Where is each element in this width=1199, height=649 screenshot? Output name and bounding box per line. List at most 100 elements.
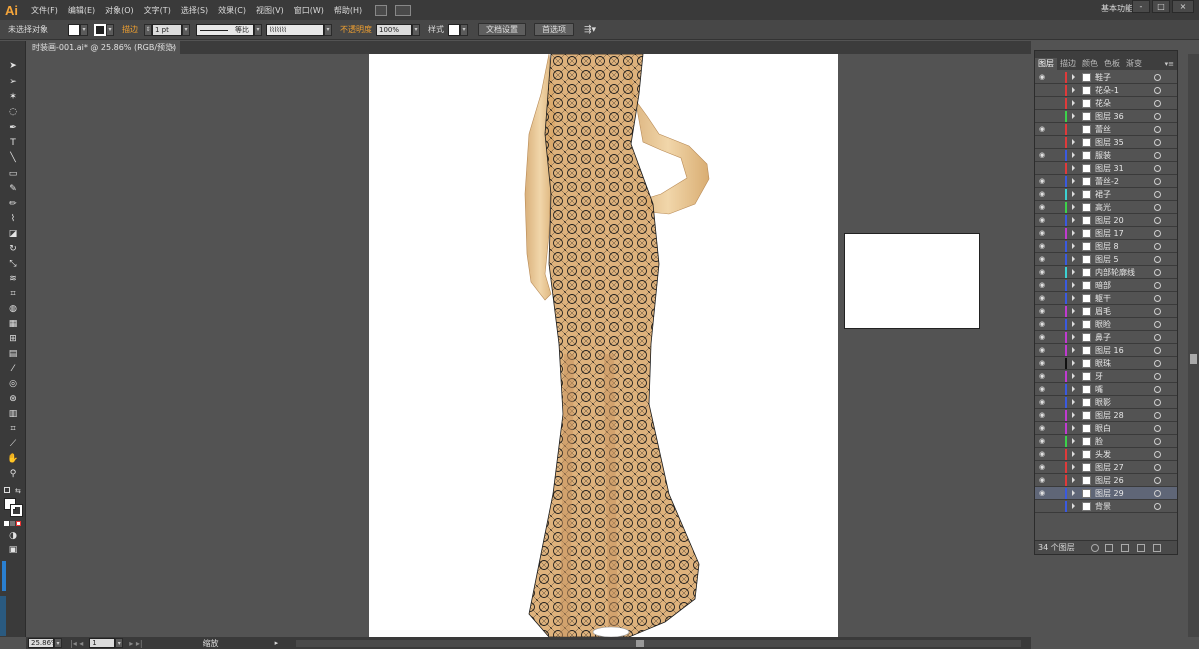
visibility-eye-icon[interactable]: ◉ (1039, 294, 1049, 302)
bridge-icon[interactable] (375, 4, 388, 16)
new-layer-icon[interactable] (1137, 544, 1145, 552)
expand-arrow-icon[interactable] (1072, 490, 1075, 496)
expand-arrow-icon[interactable] (1072, 256, 1075, 262)
layer-name[interactable]: 图层 8 (1095, 240, 1119, 253)
layer-row[interactable]: 背景 (1035, 500, 1177, 513)
layer-row[interactable]: ◉ 图层 26 (1035, 474, 1177, 487)
opacity-label[interactable]: 不透明度 (340, 24, 372, 35)
menu-effect[interactable]: 效果(C) (213, 5, 251, 16)
workspace-switcher[interactable]: 基本功能 (1101, 3, 1133, 14)
scale-tool-icon[interactable]: ⤡ (7, 259, 19, 270)
layer-name[interactable]: 蕾丝 (1095, 123, 1111, 136)
layer-name[interactable]: 图层 35 (1095, 136, 1124, 149)
fill-dropdown-icon[interactable]: ▾ (80, 23, 88, 36)
expand-arrow-icon[interactable] (1072, 217, 1075, 223)
layer-target-icon[interactable] (1154, 139, 1161, 146)
visibility-eye-icon[interactable]: ◉ (1039, 177, 1049, 185)
direct-selection-tool-icon[interactable]: ➢ (7, 77, 19, 88)
visibility-eye-icon[interactable]: ◉ (1039, 255, 1049, 263)
expand-arrow-icon[interactable] (1072, 152, 1075, 158)
layer-target-icon[interactable] (1154, 503, 1161, 510)
blend-tool-icon[interactable]: ◎ (7, 379, 19, 390)
visibility-eye-icon[interactable]: ◉ (1039, 398, 1049, 406)
layer-row[interactable]: ◉ 高光 (1035, 201, 1177, 214)
status-menu-icon[interactable]: ▸ (275, 639, 279, 647)
panel-menu-icon[interactable]: ▾≡ (1165, 58, 1174, 70)
pencil-tool-icon[interactable]: ✏ (7, 199, 19, 210)
layer-target-icon[interactable] (1154, 321, 1161, 328)
visibility-eye-icon[interactable]: ◉ (1039, 463, 1049, 471)
layer-target-icon[interactable] (1154, 490, 1161, 497)
layer-row[interactable]: ◉ 嘴 (1035, 383, 1177, 396)
expand-arrow-icon[interactable] (1072, 451, 1075, 457)
layer-target-icon[interactable] (1154, 464, 1161, 471)
stroke-weight-dropdown-icon[interactable]: ▾ (182, 23, 190, 36)
expand-arrow-icon[interactable] (1072, 373, 1075, 379)
visibility-eye-icon[interactable]: ◉ (1039, 372, 1049, 380)
expand-arrow-icon[interactable] (1072, 204, 1075, 210)
layer-name[interactable]: 图层 29 (1095, 487, 1124, 500)
layer-target-icon[interactable] (1154, 165, 1161, 172)
layer-row[interactable]: ◉ 图层 5 (1035, 253, 1177, 266)
visibility-eye-icon[interactable] (1039, 164, 1049, 172)
visibility-eye-icon[interactable]: ◉ (1039, 268, 1049, 276)
layer-name[interactable]: 牙 (1095, 370, 1103, 383)
layer-row[interactable]: ◉ 脸 (1035, 435, 1177, 448)
layer-name[interactable]: 蕾丝-2 (1095, 175, 1119, 188)
visibility-eye-icon[interactable]: ◉ (1039, 476, 1049, 484)
layer-name[interactable]: 裙子 (1095, 188, 1111, 201)
visibility-eye-icon[interactable]: ◉ (1039, 125, 1049, 133)
layer-row[interactable]: ◉ 眼影 (1035, 396, 1177, 409)
mesh-tool-icon[interactable]: ⊞ (7, 334, 19, 345)
stroke-weight-field[interactable]: 1 pt (152, 23, 182, 36)
visibility-eye-icon[interactable] (1039, 112, 1049, 120)
layer-name[interactable]: 眼珠 (1095, 357, 1111, 370)
layer-target-icon[interactable] (1154, 399, 1161, 406)
stroke-stepper-icon[interactable]: ⇕ (144, 23, 152, 36)
column-graph-tool-icon[interactable]: ▥ (7, 409, 19, 420)
layer-target-icon[interactable] (1154, 74, 1161, 81)
stroke-dropdown-icon[interactable]: ▾ (106, 23, 114, 36)
style-dropdown-icon[interactable]: ▾ (460, 23, 468, 36)
tab-swatches[interactable]: 色板 (1101, 58, 1123, 70)
visibility-eye-icon[interactable]: ◉ (1039, 346, 1049, 354)
expand-arrow-icon[interactable] (1072, 100, 1075, 106)
layer-name[interactable]: 躯干 (1095, 292, 1111, 305)
line-tool-icon[interactable]: ╲ (7, 153, 19, 164)
expand-arrow-icon[interactable] (1072, 464, 1075, 470)
layer-row[interactable]: 图层 35 (1035, 136, 1177, 149)
expand-arrow-icon[interactable] (1072, 347, 1075, 353)
layer-target-icon[interactable] (1154, 243, 1161, 250)
expand-arrow-icon[interactable] (1072, 165, 1075, 171)
artboard-main[interactable] (369, 54, 838, 637)
layer-target-icon[interactable] (1154, 334, 1161, 341)
document-setup-button[interactable]: 文档设置 (478, 23, 526, 36)
close-tab-icon[interactable]: × (169, 41, 176, 54)
layer-name[interactable]: 嘴 (1095, 383, 1103, 396)
layer-name[interactable]: 服装 (1095, 149, 1111, 162)
layer-name[interactable]: 背景 (1095, 500, 1111, 513)
canvas-area[interactable] (26, 54, 1031, 637)
layer-name[interactable]: 高光 (1095, 201, 1111, 214)
expand-arrow-icon[interactable] (1072, 503, 1075, 509)
close-window-button[interactable]: × (1172, 0, 1194, 13)
layer-target-icon[interactable] (1154, 477, 1161, 484)
visibility-eye-icon[interactable]: ◉ (1039, 281, 1049, 289)
visibility-eye-icon[interactable]: ◉ (1039, 190, 1049, 198)
layer-target-icon[interactable] (1154, 373, 1161, 380)
layer-target-icon[interactable] (1154, 360, 1161, 367)
visibility-eye-icon[interactable]: ◉ (1039, 489, 1049, 497)
expand-arrow-icon[interactable] (1072, 230, 1075, 236)
layer-target-icon[interactable] (1154, 126, 1161, 133)
preferences-button[interactable]: 首选项 (534, 23, 574, 36)
layer-target-icon[interactable] (1154, 347, 1161, 354)
minimize-button[interactable]: - (1132, 0, 1150, 13)
layer-row[interactable]: ◉ 图层 8 (1035, 240, 1177, 253)
gradient-tool-icon[interactable]: ▤ (7, 349, 19, 360)
brush-dropdown-icon[interactable]: ▾ (324, 23, 332, 36)
layer-name[interactable]: 图层 31 (1095, 162, 1124, 175)
layer-row[interactable]: 图层 31 (1035, 162, 1177, 175)
expand-arrow-icon[interactable] (1072, 282, 1075, 288)
layer-row[interactable]: ◉ 头发 (1035, 448, 1177, 461)
layer-name[interactable]: 图层 28 (1095, 409, 1124, 422)
